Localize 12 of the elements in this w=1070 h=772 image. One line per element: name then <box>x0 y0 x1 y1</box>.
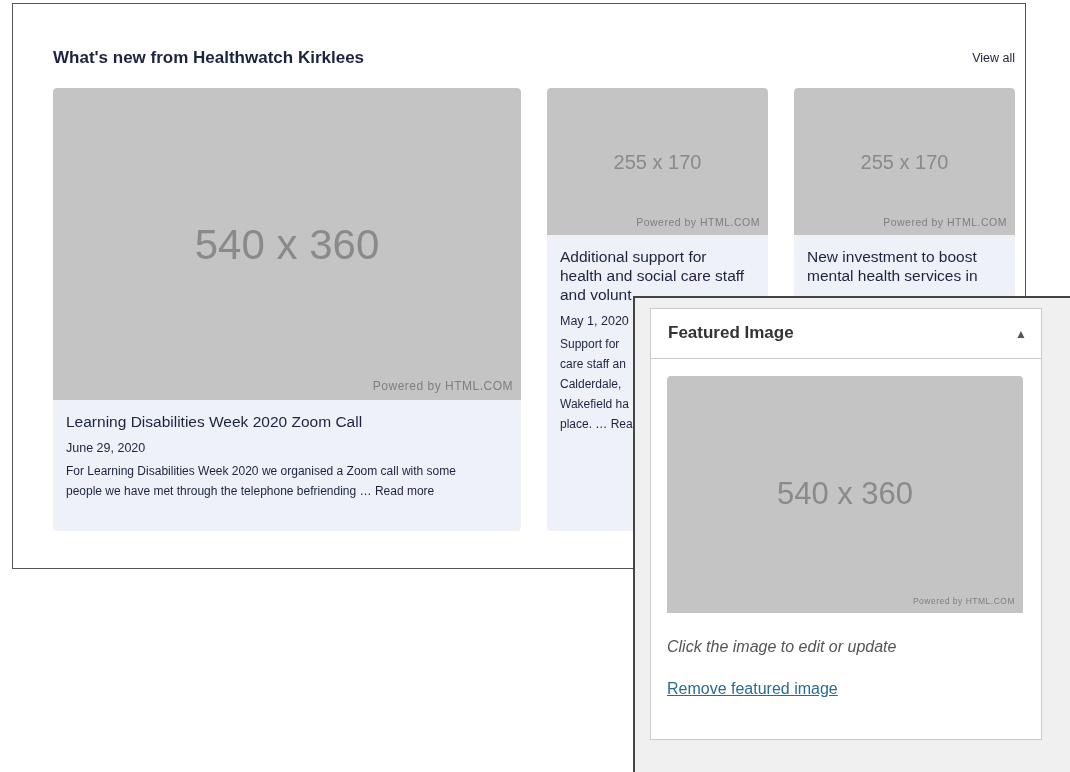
image-size-label: 540 x 360 <box>194 219 380 270</box>
image-hint: Click the image to edit or update <box>667 637 898 657</box>
image-size-label: 255 x 170 <box>860 149 949 175</box>
card-excerpt: For Learning Disabilities Week 2020 we organised a Zoom call with some people we have met through the telephone befriending … Read more <box>66 463 457 501</box>
image-credit: Powered by HTML.COM <box>372 378 513 396</box>
image-size-label: 255 x 170 <box>613 149 702 175</box>
card-date: June 29, 2020 <box>66 440 147 458</box>
image-credit: Powered by HTML.COM <box>883 214 1007 230</box>
image-size-label: 540 x 360 <box>776 475 914 514</box>
image-credit: Powered by HTML.COM <box>636 214 760 230</box>
section-title: What's new from Healthwatch Kirklees <box>53 48 365 69</box>
panel-title: Featured Image <box>668 323 794 344</box>
